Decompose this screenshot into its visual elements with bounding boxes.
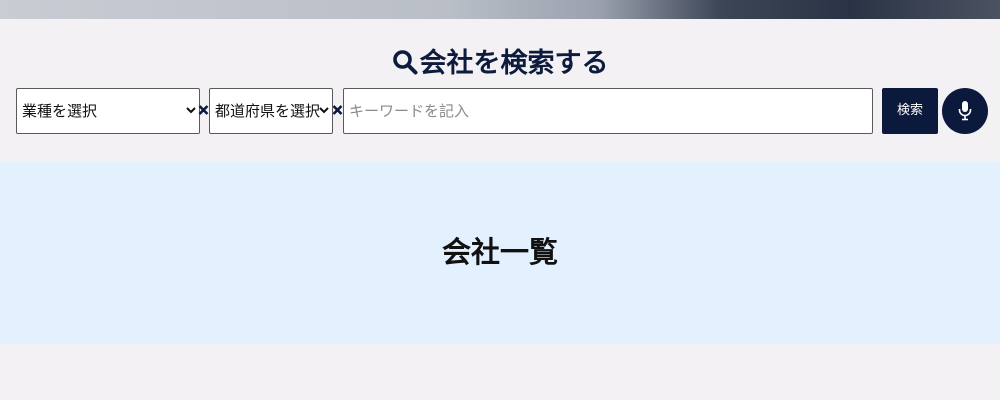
clear-icon[interactable] [198, 103, 209, 117]
chevron-down-icon [319, 107, 329, 114]
microphone-icon [958, 101, 972, 121]
prefecture-select-value: 都道府県を選択 [215, 102, 321, 120]
prefecture-select[interactable]: 都道府県を選択 [209, 88, 333, 134]
clear-icon[interactable] [332, 103, 343, 117]
company-list-title: 会社一覧 [441, 235, 558, 269]
search-heading-text: 会社を検索する [419, 48, 609, 79]
search-button[interactable]: 検索 [882, 88, 938, 134]
company-list-section: 会社一覧 [0, 162, 1000, 344]
keyword-input[interactable] [343, 88, 873, 134]
search-icon [392, 47, 418, 75]
voice-search-button[interactable] [942, 88, 988, 134]
industry-select[interactable]: 業種を選択 [16, 88, 200, 134]
search-heading: 会社を検索する [0, 44, 1000, 84]
hero-image-strip [0, 0, 1000, 19]
chevron-down-icon [186, 107, 196, 114]
industry-select-value: 業種を選択 [22, 102, 98, 120]
